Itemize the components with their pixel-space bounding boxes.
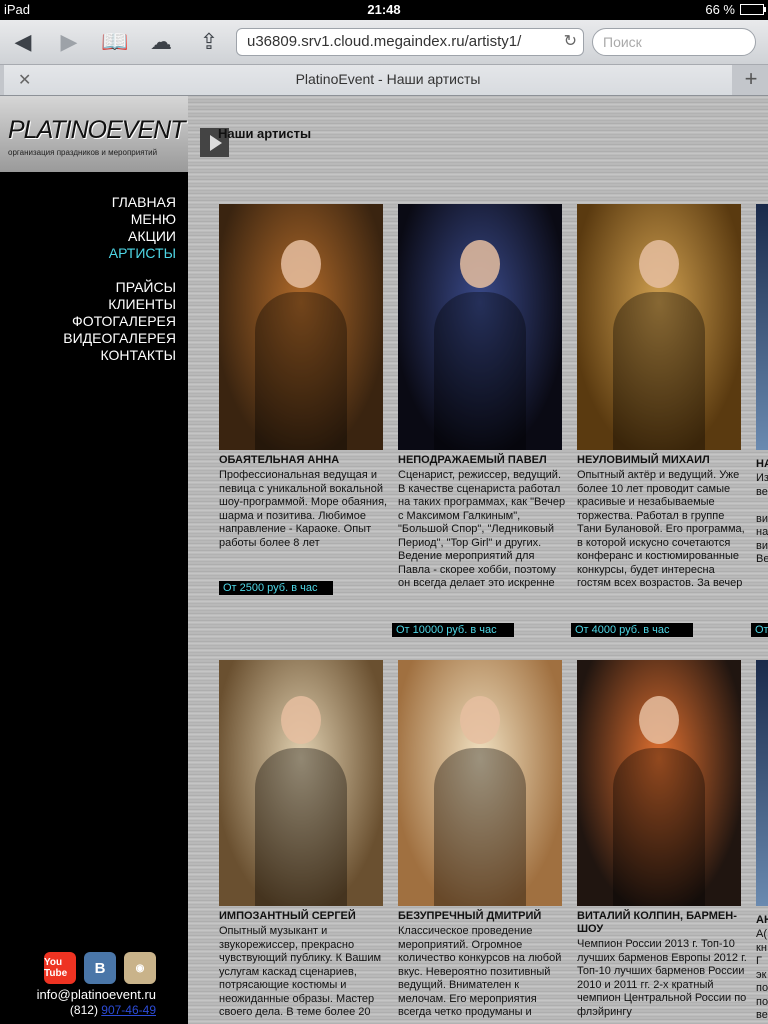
- artist-name[interactable]: НА: [756, 458, 768, 471]
- artist-card: ВИТАЛИЙ КОЛПИН, БАРМЕН-ШОУ Чемпион России…: [577, 660, 747, 1019]
- battery-label: 66 %: [705, 2, 735, 17]
- sidebar: PLATINOEVENT организация праздников и ме…: [0, 96, 188, 1024]
- artist-description: Классическое проведение мероприятий. Огр…: [398, 925, 562, 1018]
- nav-item[interactable]: КЛИЕНТЫ: [63, 296, 176, 313]
- artist-photo[interactable]: [398, 204, 562, 450]
- new-tab-button[interactable]: +: [734, 65, 768, 95]
- battery-icon: [740, 4, 766, 15]
- youtube-icon[interactable]: You Tube: [44, 952, 76, 984]
- artist-card: ОБАЯТЕЛЬНАЯ АННА Профессиональная ведущая…: [219, 204, 389, 550]
- artist-description: Из ве ви на ви Ве: [756, 472, 768, 565]
- main-nav: ГЛАВНАЯ МЕНЮ АКЦИИ АРТИСТЫ ПРАЙСЫ КЛИЕНТЫ ФОТО…: [63, 194, 176, 364]
- artist-price: От 4000 руб. в час: [571, 623, 693, 637]
- nav-item[interactable]: КОНТАКТЫ: [63, 347, 176, 364]
- artist-name[interactable]: ИМПОЗАНТНЫЙ СЕРГЕЙ: [219, 910, 389, 923]
- status-bar: iPad 21:48 66 %: [0, 0, 768, 20]
- search-input[interactable]: Поиск: [592, 28, 756, 56]
- page-title: Наши артисты: [218, 126, 312, 141]
- figure-body: [434, 748, 526, 906]
- artist-description: Профессиональная ведущая и певица с уник…: [219, 469, 388, 549]
- figure-body: [613, 292, 705, 450]
- phone-prefix: (812): [69, 1003, 98, 1017]
- artist-name[interactable]: БЕЗУПРЕЧНЫЙ ДМИТРИЙ: [398, 910, 568, 923]
- nav-item[interactable]: МЕНЮ: [63, 211, 176, 228]
- browser-toolbar: ◀ ▶ 📖 ☁ ⇪ u36809.srv1.cloud.megaindex.ru…: [0, 20, 768, 65]
- artist-name[interactable]: НЕУЛОВИМЫЙ МИХАИЛ: [577, 454, 747, 467]
- artist-description: Опытный музыкант и звукорежиссер, прекра…: [219, 925, 382, 1018]
- artist-name[interactable]: НЕПОДРАЖАЕМЫЙ ПАВЕЛ: [398, 454, 568, 467]
- artist-card: БЕЗУПРЕЧНЫЙ ДМИТРИЙ Классическое проведен…: [398, 660, 568, 1020]
- figure-head: [460, 240, 500, 288]
- artist-photo[interactable]: [577, 660, 741, 906]
- artist-price: От: [751, 623, 768, 637]
- artist-photo[interactable]: [756, 204, 768, 450]
- clock: 21:48: [367, 2, 401, 17]
- artist-name[interactable]: АН: [756, 914, 768, 927]
- artist-name[interactable]: ОБАЯТЕЛЬНАЯ АННА: [219, 454, 389, 467]
- tab-title: PlatinoEvent - Наши артисты: [295, 71, 481, 87]
- instagram-icon[interactable]: ◉: [124, 952, 156, 984]
- artist-photo[interactable]: [219, 204, 383, 450]
- logo-tagline: организация праздников и мероприятий: [8, 148, 158, 157]
- artist-card: ИМПОЗАНТНЫЙ СЕРГЕЙ Опытный музыкант и зву…: [219, 660, 389, 1020]
- logo-name: PLATINOEVENT: [8, 116, 185, 144]
- artist-price: От 2500 руб. в час: [219, 581, 333, 595]
- artist-photo[interactable]: [398, 660, 562, 906]
- artist-description: Опытный актёр и ведущий. Уже более 10 ле…: [577, 469, 745, 589]
- figure-body: [434, 292, 526, 450]
- reload-icon[interactable]: ↻: [564, 29, 577, 55]
- web-page: PLATINOEVENT организация праздников и ме…: [0, 96, 768, 1024]
- artist-description: Сценарист, режиссер, ведущий. В качестве…: [398, 469, 566, 589]
- artist-name[interactable]: ВИТАЛИЙ КОЛПИН, БАРМЕН-ШОУ: [577, 910, 747, 936]
- figure-head: [281, 696, 321, 744]
- share-icon[interactable]: ⇪: [194, 27, 224, 57]
- artist-photo[interactable]: [219, 660, 383, 906]
- artist-photo[interactable]: [577, 204, 741, 450]
- nav-item[interactable]: ФОТОГАЛЕРЕЯ: [63, 313, 176, 330]
- nav-item[interactable]: ПРАЙСЫ: [63, 279, 176, 296]
- artist-description: А(кн Гэк по по ве: [756, 928, 768, 1021]
- nav-item[interactable]: АРТИСТЫ: [63, 245, 176, 262]
- artist-price: От 10000 руб. в час: [392, 623, 514, 637]
- logo[interactable]: PLATINOEVENT организация праздников и ме…: [0, 96, 188, 172]
- figure-body: [255, 292, 347, 450]
- contact-email[interactable]: info@platinoevent.ru: [37, 987, 156, 1002]
- back-icon[interactable]: ◀: [8, 27, 38, 57]
- address-bar[interactable]: u36809.srv1.cloud.megaindex.ru/artisty1/…: [236, 28, 584, 56]
- figure-head: [639, 696, 679, 744]
- tab-active[interactable]: ✕ PlatinoEvent - Наши артисты: [4, 65, 732, 95]
- social-links: You Tube B ◉: [44, 952, 156, 984]
- figure-body: [255, 748, 347, 906]
- tab-bar: ✕ PlatinoEvent - Наши артисты +: [0, 65, 768, 96]
- figure-head: [281, 240, 321, 288]
- cloud-icon[interactable]: ☁: [146, 27, 176, 57]
- figure-head: [639, 240, 679, 288]
- artist-card: НЕПОДРАЖАЕМЫЙ ПАВЕЛ Сценарист, режиссер, …: [398, 204, 568, 591]
- figure-head: [460, 696, 500, 744]
- artist-description: Чемпион России 2013 г. Топ-10 лучших бар…: [577, 938, 747, 1018]
- nav-item[interactable]: ГЛАВНАЯ: [63, 194, 176, 211]
- nav-item[interactable]: ВИДЕОГАЛЕРЕЯ: [63, 330, 176, 347]
- phone-number[interactable]: 907-46-49: [101, 1003, 156, 1017]
- nav-item[interactable]: АКЦИИ: [63, 228, 176, 245]
- artist-card: НЕУЛОВИМЫЙ МИХАИЛ Опытный актёр и ведущий…: [577, 204, 747, 591]
- forward-icon[interactable]: ▶: [54, 27, 84, 57]
- url-text: u36809.srv1.cloud.megaindex.ru/artisty1/: [247, 33, 522, 50]
- vk-icon[interactable]: B: [84, 952, 116, 984]
- bookmarks-icon[interactable]: 📖: [100, 27, 130, 57]
- figure-body: [613, 748, 705, 906]
- contact-phone: (812) 907-46-49: [70, 1003, 156, 1017]
- artist-photo[interactable]: [756, 660, 768, 906]
